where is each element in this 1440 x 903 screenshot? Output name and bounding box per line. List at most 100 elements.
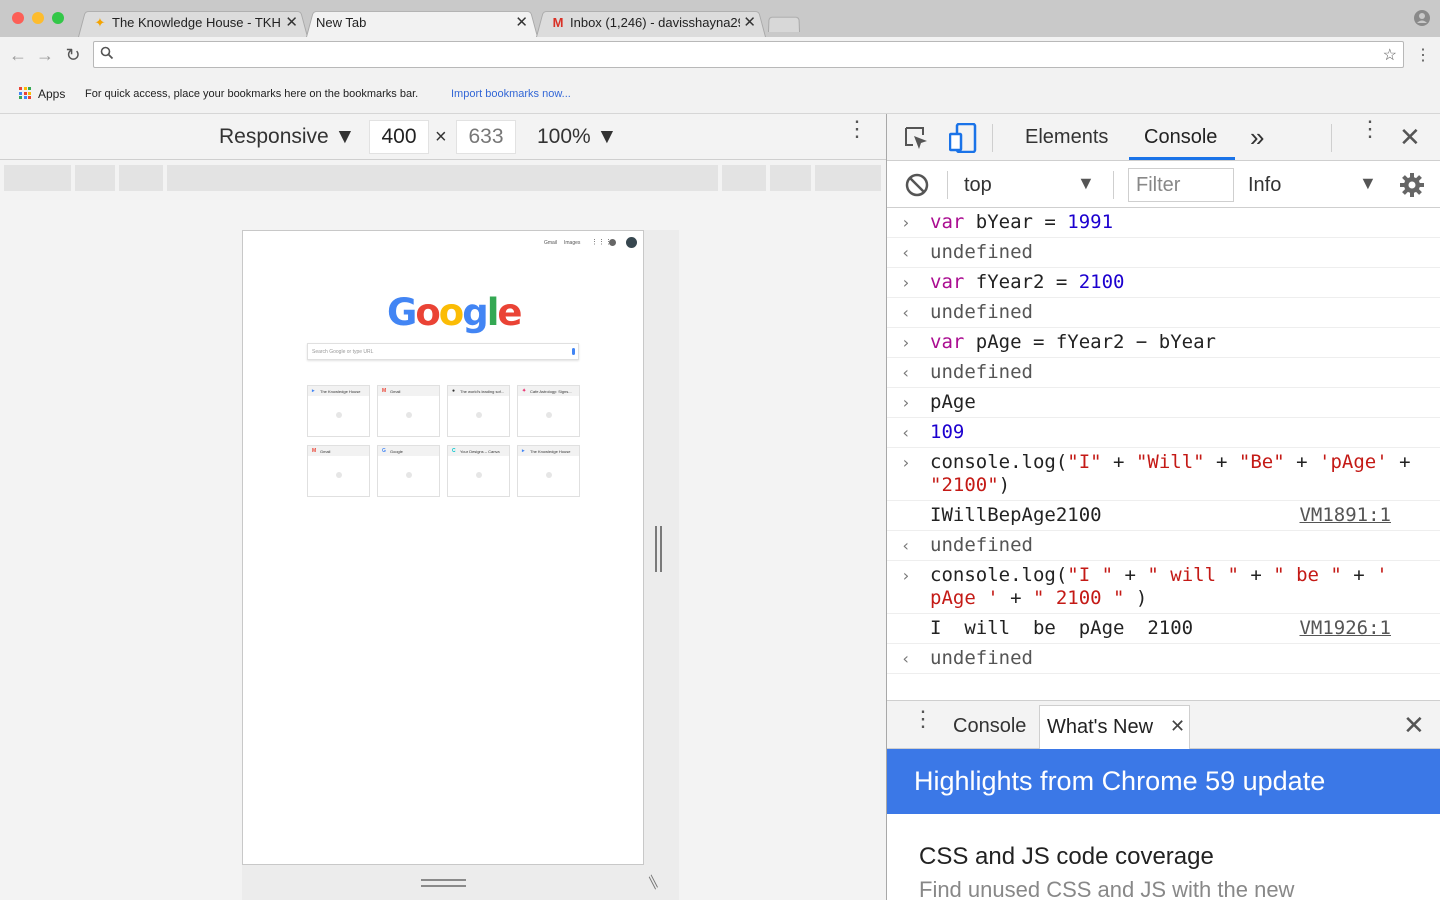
images-link[interactable]: Images	[564, 240, 580, 246]
zoom-select[interactable]: 100% ▼	[537, 125, 617, 149]
separator	[1113, 171, 1114, 199]
log-level-select[interactable]: Info	[1248, 174, 1281, 197]
most-visited-tile[interactable]: Gmail M	[377, 385, 440, 437]
height-input[interactable]: 633	[456, 120, 516, 154]
console-row: › console.log("I " + " will " + " be " + …	[887, 561, 1440, 614]
apps-grid-dot	[19, 91, 22, 95]
tile-placeholder	[406, 472, 412, 478]
resize-handle-right[interactable]	[655, 526, 664, 572]
whats-new-item-description: Find unused CSS and JS with the new	[919, 877, 1295, 902]
chevron-down-icon[interactable]: ▼	[1077, 173, 1095, 194]
devtools-header: Elements Console » ⋮ ✕	[887, 114, 1440, 161]
most-visited-tile[interactable]: Google G	[377, 445, 440, 497]
tab-gmail-inbox[interactable]: M Inbox (1,246) - davisshayna29... ✕	[536, 9, 766, 38]
close-icon[interactable]: ✕	[1170, 716, 1185, 737]
device-viewport[interactable]: Gmail Images ⋮⋮⋮ Google Search Google or…	[242, 230, 644, 865]
source-link[interactable]: VM1926:1	[1299, 617, 1391, 640]
tile-placeholder	[476, 472, 482, 478]
media-query-ruler[interactable]	[4, 165, 881, 191]
apps-grid-icon[interactable]	[19, 87, 31, 99]
bookmark-star-icon[interactable]: ☆	[1383, 45, 1397, 65]
tab-elements[interactable]: Elements	[1025, 126, 1108, 149]
logo-letter: o	[415, 291, 440, 334]
tab-new-tab[interactable]: New Tab ✕	[306, 9, 538, 38]
tile-title: Gmail	[308, 446, 369, 456]
google-logo: Google	[387, 291, 523, 334]
console-row: I will be pAge 2100 VM1926:1	[887, 614, 1440, 644]
drawer-tab-whats-new[interactable]: What's New ✕	[1039, 705, 1190, 749]
apps-grid-dot	[23, 87, 27, 90]
most-visited-tile[interactable]: The Knowledge House ▸	[517, 445, 580, 497]
import-bookmarks-link[interactable]: Import bookmarks now...	[451, 88, 571, 100]
console-messages[interactable]: › var bYear = 1991 ‹ undefined › var fYear2 =…	[887, 208, 1440, 700]
code-token: pAge = fYear2 − bYear	[964, 331, 1216, 353]
tab-knowledge-house[interactable]: ✦ The Knowledge House - TKH - ... ✕	[78, 9, 308, 38]
tab-close-icon[interactable]: ✕	[743, 13, 756, 31]
most-visited-tile[interactable]: Your Designs – Canva C	[447, 445, 510, 497]
result-arrow-icon: ‹	[901, 423, 911, 442]
chrome-menu-button[interactable]: ⋮	[1415, 45, 1431, 65]
tile-placeholder	[406, 412, 412, 418]
mic-icon[interactable]	[572, 348, 575, 355]
code-token: " be "	[1273, 564, 1342, 586]
gear-icon[interactable]	[1399, 172, 1425, 198]
tile-placeholder	[546, 412, 552, 418]
apps-grid-dot	[23, 91, 27, 95]
address-bar[interactable]: ☆	[93, 41, 1404, 68]
source-link[interactable]: VM1891:1	[1299, 504, 1391, 527]
more-tabs-icon[interactable]: »	[1250, 122, 1264, 153]
result-value: 109	[930, 421, 965, 443]
log-output: IWillBepAge2100	[930, 504, 1102, 526]
tile-title: Gmail	[378, 386, 439, 396]
clear-console-icon[interactable]	[905, 173, 929, 197]
window-minimize-button[interactable]	[32, 12, 44, 24]
drawer-close-button[interactable]: ✕	[1403, 710, 1425, 741]
tile-favicon: ▸	[522, 448, 525, 454]
reload-button[interactable]: ↻	[62, 44, 84, 66]
code-token: fYear2 =	[964, 271, 1079, 293]
apps-shortcut[interactable]: Apps	[38, 87, 65, 101]
whats-new-item-title[interactable]: CSS and JS code coverage	[919, 843, 1214, 871]
device-more-button[interactable]: ⋮	[846, 118, 868, 140]
resize-handle-bottom[interactable]	[421, 877, 466, 889]
notifications-icon[interactable]	[609, 239, 616, 246]
most-visited-tile[interactable]: Gmail M	[307, 445, 370, 497]
google-search-box[interactable]: Search Google or type URL	[307, 343, 579, 360]
most-visited-tile[interactable]: The Knowledge House ▸	[307, 385, 370, 437]
console-filter-input[interactable]: Filter	[1128, 168, 1234, 202]
device-toolbar-icon[interactable]	[949, 123, 977, 153]
code-token: +	[1341, 564, 1377, 586]
devtools-close-button[interactable]: ✕	[1399, 122, 1421, 153]
apps-grid-dot	[19, 96, 22, 99]
code-token: 'pAge'	[1319, 451, 1388, 473]
width-input[interactable]: 400	[369, 120, 429, 154]
dimension-separator: ×	[435, 126, 447, 148]
drawer-tab-console[interactable]: Console	[953, 715, 1026, 738]
tile-title: The Knowledge House	[308, 386, 369, 396]
inspect-element-icon[interactable]	[903, 125, 929, 151]
profile-icon[interactable]	[1414, 10, 1430, 26]
context-select[interactable]: top	[964, 174, 992, 197]
code-token: "I "	[1067, 564, 1114, 586]
code-token: +	[1387, 451, 1411, 473]
tab-close-icon[interactable]: ✕	[285, 13, 298, 31]
window-close-button[interactable]	[12, 12, 24, 24]
tab-console[interactable]: Console	[1144, 126, 1217, 149]
apps-grid-dot	[19, 87, 22, 90]
drawer-menu-button[interactable]: ⋮	[912, 708, 934, 730]
device-mode-select[interactable]: Responsive ▼	[219, 125, 355, 149]
forward-button[interactable]: →	[34, 44, 56, 66]
window-zoom-button[interactable]	[52, 12, 64, 24]
chevron-down-icon[interactable]: ▼	[1359, 173, 1377, 194]
devtools-menu-button[interactable]: ⋮	[1359, 118, 1381, 140]
logo-letter: l	[486, 291, 500, 334]
back-button[interactable]: ←	[7, 44, 29, 66]
device-toolbar: Responsive ▼ 400 × 633 100% ▼ ⋮	[0, 114, 886, 160]
result-arrow-icon: ‹	[901, 243, 911, 262]
tab-close-icon[interactable]: ✕	[515, 13, 528, 31]
gmail-link[interactable]: Gmail	[544, 240, 557, 246]
most-visited-tile[interactable]: Cafe Astrology: Signs... ✦	[517, 385, 580, 437]
most-visited-tile[interactable]: The world's leading sof... ●	[447, 385, 510, 437]
new-tab-button[interactable]	[768, 16, 800, 32]
avatar[interactable]	[626, 237, 637, 248]
